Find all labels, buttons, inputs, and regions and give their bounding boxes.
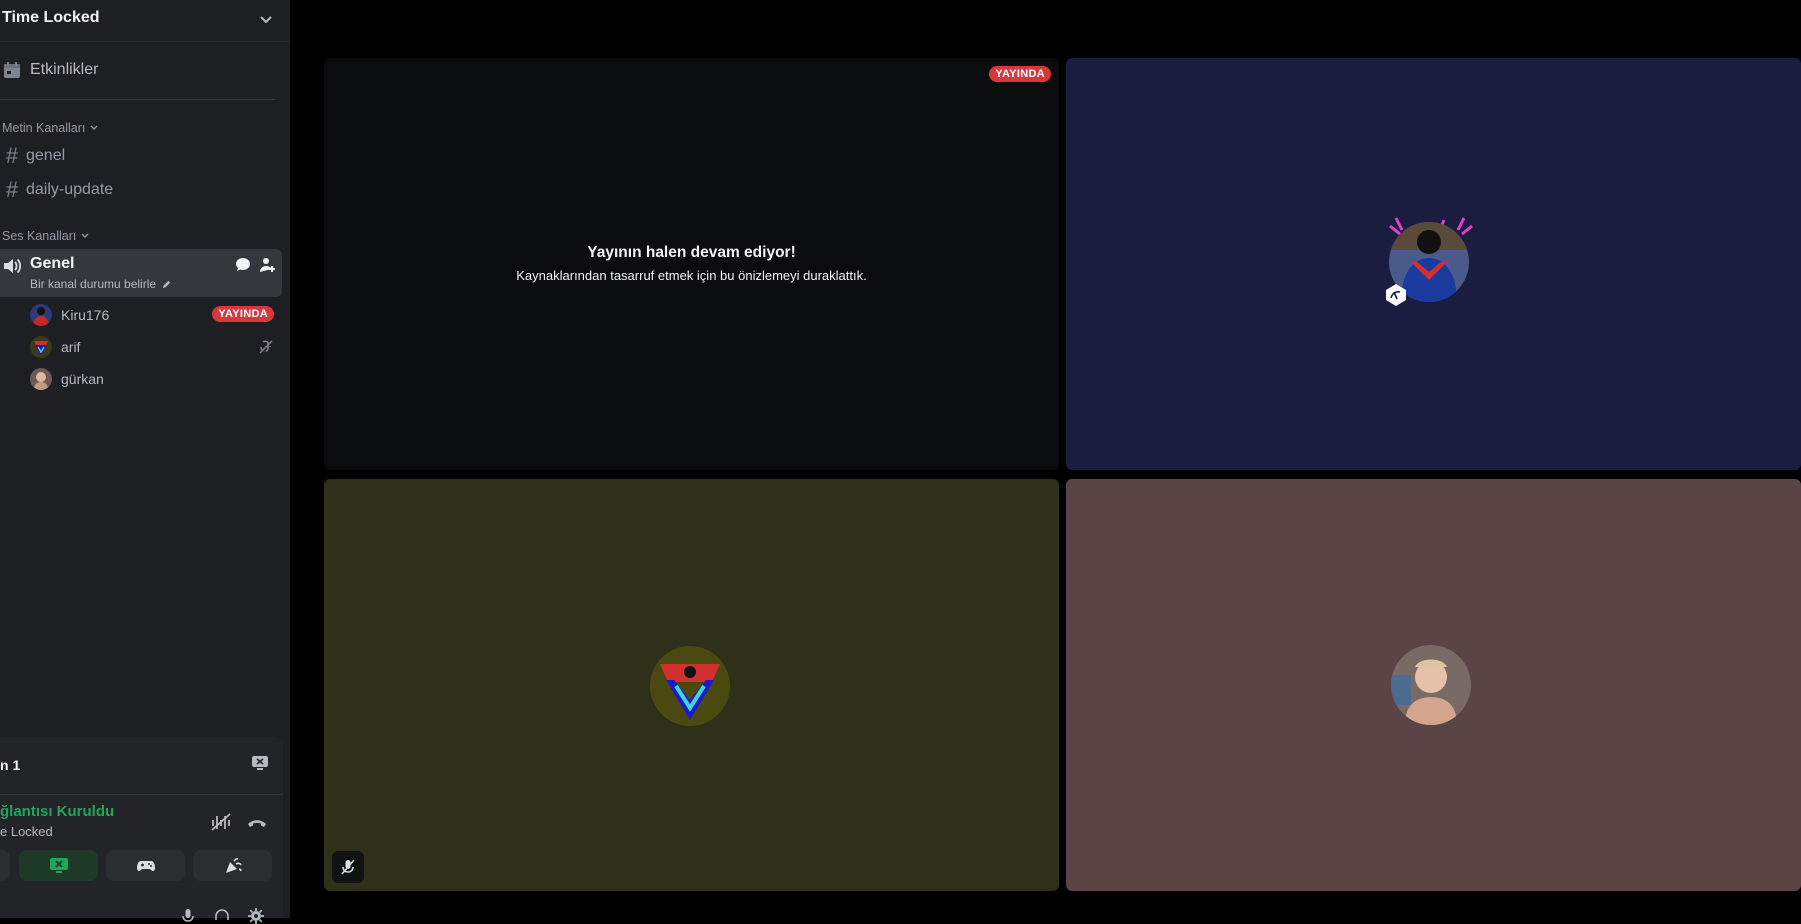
divider bbox=[0, 99, 275, 100]
avatar bbox=[30, 336, 52, 358]
stream-paused-title: Yayının halen devam ediyor! bbox=[587, 244, 796, 261]
microphone-muted-icon bbox=[341, 859, 355, 875]
settings-gear-icon[interactable] bbox=[248, 908, 264, 924]
live-badge: YAYINDA bbox=[989, 66, 1051, 82]
server-header[interactable]: Time Locked bbox=[0, 0, 290, 42]
noise-suppression-icon[interactable] bbox=[210, 812, 232, 832]
voice-connection-panel: n 1 ğlantısı Kuruldu e Locked bbox=[0, 737, 283, 924]
activity-title: n 1 bbox=[0, 757, 21, 773]
voice-category-header[interactable]: Ses Kanalları bbox=[2, 228, 90, 244]
voice-channel-name: Genel bbox=[30, 255, 75, 272]
muted-indicator bbox=[332, 851, 364, 883]
share-screen-button[interactable] bbox=[19, 850, 98, 881]
channel-label: daily-update bbox=[26, 181, 114, 198]
gamepad-icon bbox=[136, 860, 155, 871]
stream-preview-tile[interactable]: YAYINDA Yayının halen devam ediyor! Kayn… bbox=[324, 58, 1059, 470]
channel-status[interactable]: Bir kanal durumu belirle bbox=[30, 277, 172, 291]
screen-share-icon bbox=[49, 857, 68, 873]
channel-label: genel bbox=[26, 147, 66, 164]
voice-category-label: Ses Kanalları bbox=[2, 229, 77, 243]
hashtag-icon: # bbox=[5, 143, 19, 168]
chevron-down-icon bbox=[260, 16, 272, 24]
participant-avatar bbox=[1391, 645, 1471, 725]
connection-status[interactable]: ğlantısı Kuruldu bbox=[0, 803, 114, 820]
hashtag-icon: # bbox=[5, 177, 19, 202]
soundboard-button[interactable] bbox=[193, 850, 272, 881]
speaker-icon bbox=[4, 258, 22, 274]
participant-tile-kiru176[interactable] bbox=[1066, 58, 1801, 470]
stream-paused-subtitle: Kaynaklarından tasarruf etmek için bu ön… bbox=[516, 268, 867, 283]
channel-status-placeholder: Bir kanal durumu belirle bbox=[30, 277, 157, 291]
avatar bbox=[30, 368, 52, 390]
member-name: Kiru176 bbox=[61, 307, 110, 323]
text-category-header[interactable]: Metin Kanalları bbox=[2, 120, 99, 136]
participant-tile-gurkan[interactable] bbox=[1066, 479, 1801, 891]
voice-member-arif[interactable]: arif bbox=[30, 335, 80, 359]
add-user-icon[interactable] bbox=[258, 256, 276, 274]
pencil-icon bbox=[162, 280, 171, 288]
channel-daily-update[interactable]: # daily-update bbox=[0, 177, 113, 203]
voice-member-gurkan[interactable]: gürkan bbox=[30, 367, 104, 391]
voice-member-kiru176[interactable]: Kiru176 bbox=[30, 303, 109, 327]
activity-button[interactable] bbox=[106, 850, 185, 881]
soundboard-icon bbox=[225, 857, 242, 873]
channel-genel[interactable]: # genel bbox=[0, 143, 65, 169]
chevron-down-icon bbox=[81, 233, 89, 238]
headphones-muted-icon bbox=[259, 340, 273, 354]
chevron-down-icon bbox=[90, 125, 98, 130]
connected-server[interactable]: e Locked bbox=[0, 824, 53, 839]
text-category-label: Metin Kanalları bbox=[2, 121, 86, 135]
participant-avatar bbox=[650, 646, 730, 726]
channel-sidebar: Time Locked Etkinlikler Metin Kanalları … bbox=[0, 0, 290, 924]
chat-icon[interactable] bbox=[234, 256, 252, 274]
member-name: arif bbox=[61, 339, 81, 355]
participant-tile-arif[interactable] bbox=[324, 479, 1059, 891]
server-name: Time Locked bbox=[2, 9, 100, 26]
disconnect-icon[interactable] bbox=[246, 815, 268, 831]
divider bbox=[0, 794, 283, 795]
live-badge: YAYINDA bbox=[212, 306, 274, 322]
stop-screen-share-icon[interactable] bbox=[251, 755, 269, 771]
camera-button[interactable] bbox=[0, 850, 10, 881]
events-item[interactable]: Etkinlikler bbox=[0, 56, 98, 84]
microphone-icon[interactable] bbox=[180, 908, 196, 924]
headphones-icon[interactable] bbox=[214, 908, 230, 924]
activity-badge-icon bbox=[1386, 284, 1406, 306]
events-label: Etkinlikler bbox=[30, 61, 99, 78]
voice-channel-genel[interactable]: Genel Bir kanal durumu belirle bbox=[0, 249, 282, 297]
calendar-icon bbox=[4, 62, 20, 78]
avatar bbox=[30, 304, 52, 326]
member-name: gürkan bbox=[61, 371, 104, 387]
